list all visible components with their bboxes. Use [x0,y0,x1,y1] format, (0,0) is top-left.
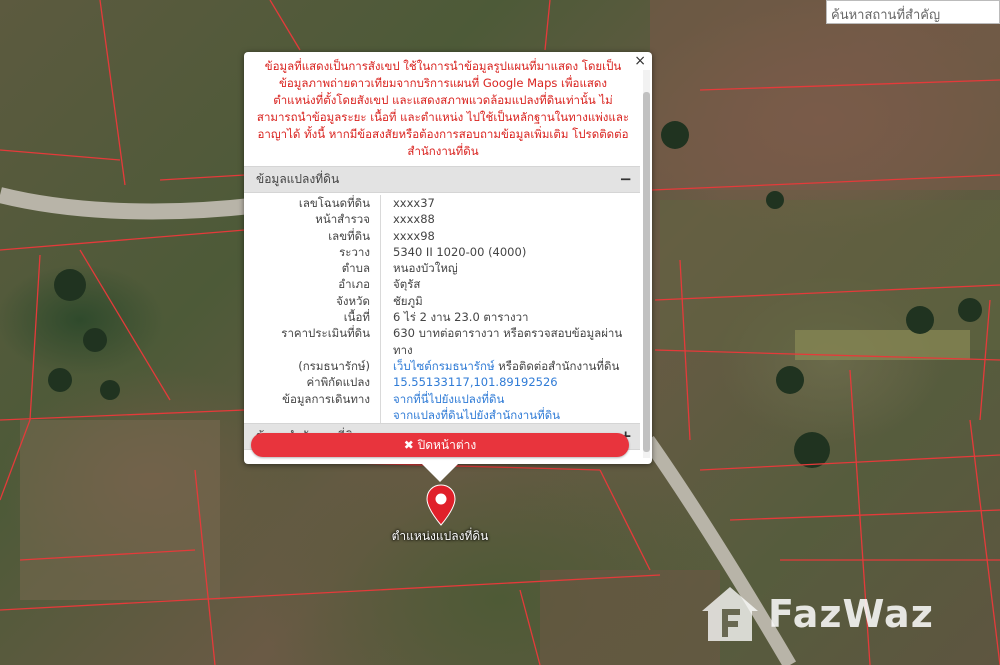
parcel-info-table: เลขโฉนดที่ดิน xxxx37 หน้าสำรวจ xxxx88 เลขท… [244,195,641,424]
table-row: (กรมธนารักษ์) เว็บไซต์กรมธนารักษ์ หรือติด… [244,357,641,375]
table-row: ระวาง 5340 II 1020-00 (4000) [244,243,640,261]
row-value: 6 ไร่ 2 งาน 23.0 ตารางวา [393,310,529,325]
row-label [244,406,381,424]
row-label: (กรมธนารักษ์) [244,357,381,375]
coordinates-link[interactable]: 15.55133117,101.89192526 [393,374,640,390]
row-label: เลขโฉนดที่ดิน [244,195,381,212]
treasury-website-link[interactable]: เว็บไซต์กรมธนารักษ์ [393,359,495,373]
row-label: ราคาประเมินที่ดิน [244,325,381,358]
table-row: ตำบล หนองบัวใหญ่ [244,260,640,277]
table-row: ค่าพิกัดแปลง 15.55133117,101.89192526 [244,374,641,391]
table-row: ราคาประเมินที่ดิน 630 บาทต่อตารางวา หรือต… [244,325,640,358]
row-value: 5340 II 1020-00 (4000) [393,244,527,259]
section-header-parcel-info[interactable]: ข้อมูลแปลงที่ดิน − [244,166,640,193]
section-title: ข้อมูลแปลงที่ดิน [256,172,340,186]
collapse-icon[interactable]: − [619,167,632,192]
watermark-text: FazWaz [768,592,934,636]
table-row: เลขโฉนดที่ดิน xxxx37 [244,195,640,212]
fazwaz-watermark: FazWaz [700,585,934,643]
row-value: เว็บไซต์กรมธนารักษ์ หรือติดต่อสำนักงานที… [381,358,641,374]
row-value-suffix: หรือติดต่อสำนักงานที่ดิน [494,358,620,373]
landmark-search-input[interactable]: ค้นหาสถานที่สำคัญ [826,0,1000,24]
row-value: หนองบัวใหญ่ [393,261,458,276]
table-row: จังหวัด ชัยภูมิ [244,292,640,310]
row-label: หน้าสำรวจ [244,211,381,228]
row-value: 15.55133117,101.89192526 [381,374,641,390]
house-logo-icon [702,587,758,641]
row-value: xxxx37 [393,196,435,210]
marker-label: ตำแหน่งแปลงที่ดิน [391,529,489,543]
close-window-button[interactable]: ✖ ปิดหน้าต่าง [251,433,629,457]
table-row: จากแปลงที่ดินไปยังสำนักงานที่ดิน [244,406,641,424]
row-label: ข้อมูลการเดินทาง [244,390,381,407]
popup-scroll-area[interactable]: ข้อมูลที่แสดงเป็นการสังเขป ใช้ในการนำข้อ… [244,52,640,464]
road-west [0,187,261,220]
parcel-info-popup: ข้อมูลที่แสดงเป็นการสังเขป ใช้ในการนำข้อ… [244,52,652,464]
row-value: จัตุรัส [393,277,421,292]
row-value: xxxx98 [393,228,435,243]
directions-to-parcel-link[interactable]: จากที่นี่ไปยังแปลงที่ดิน [393,391,640,407]
row-label: เนื้อที่ [244,309,381,326]
popup-scrollbar[interactable] [643,70,650,458]
directions-to-office-link[interactable]: จากแปลงที่ดินไปยังสำนักงานที่ดิน [393,407,640,423]
row-label: อำเภอ [244,276,381,293]
popup-pointer [420,462,460,482]
row-label: ค่าพิกัดแปลง [244,374,381,391]
row-value: ชัยภูมิ [393,293,423,308]
table-row: อำเภอ จัตุรัส [244,276,640,293]
row-value: xxxx88 [393,212,435,227]
disclaimer-text: ข้อมูลที่แสดงเป็นการสังเขป ใช้ในการนำข้อ… [256,59,630,158]
row-label: จังหวัด [244,292,381,310]
close-icon[interactable]: × [634,54,646,68]
row-value: 630 บาทต่อตารางวา หรือตรวจสอบข้อมูลผ่านท… [393,326,623,357]
table-row: ข้อมูลการเดินทาง จากที่นี่ไปยังแปลงที่ดิน [244,390,641,407]
table-row: เนื้อที่ 6 ไร่ 2 งาน 23.0 ตารางวา [244,309,640,326]
row-value: จากแปลงที่ดินไปยังสำนักงานที่ดิน [381,407,641,423]
table-row: หน้าสำรวจ xxxx88 [244,211,640,228]
row-label: ตำบล [244,260,381,277]
row-label: เลขที่ดิน [244,227,381,244]
row-value: จากที่นี่ไปยังแปลงที่ดิน [381,391,641,407]
map-pin-icon[interactable] [426,484,456,526]
scrollbar-thumb[interactable] [643,92,650,452]
table-row: เลขที่ดิน xxxx98 [244,227,640,244]
row-label: ระวาง [244,243,381,261]
